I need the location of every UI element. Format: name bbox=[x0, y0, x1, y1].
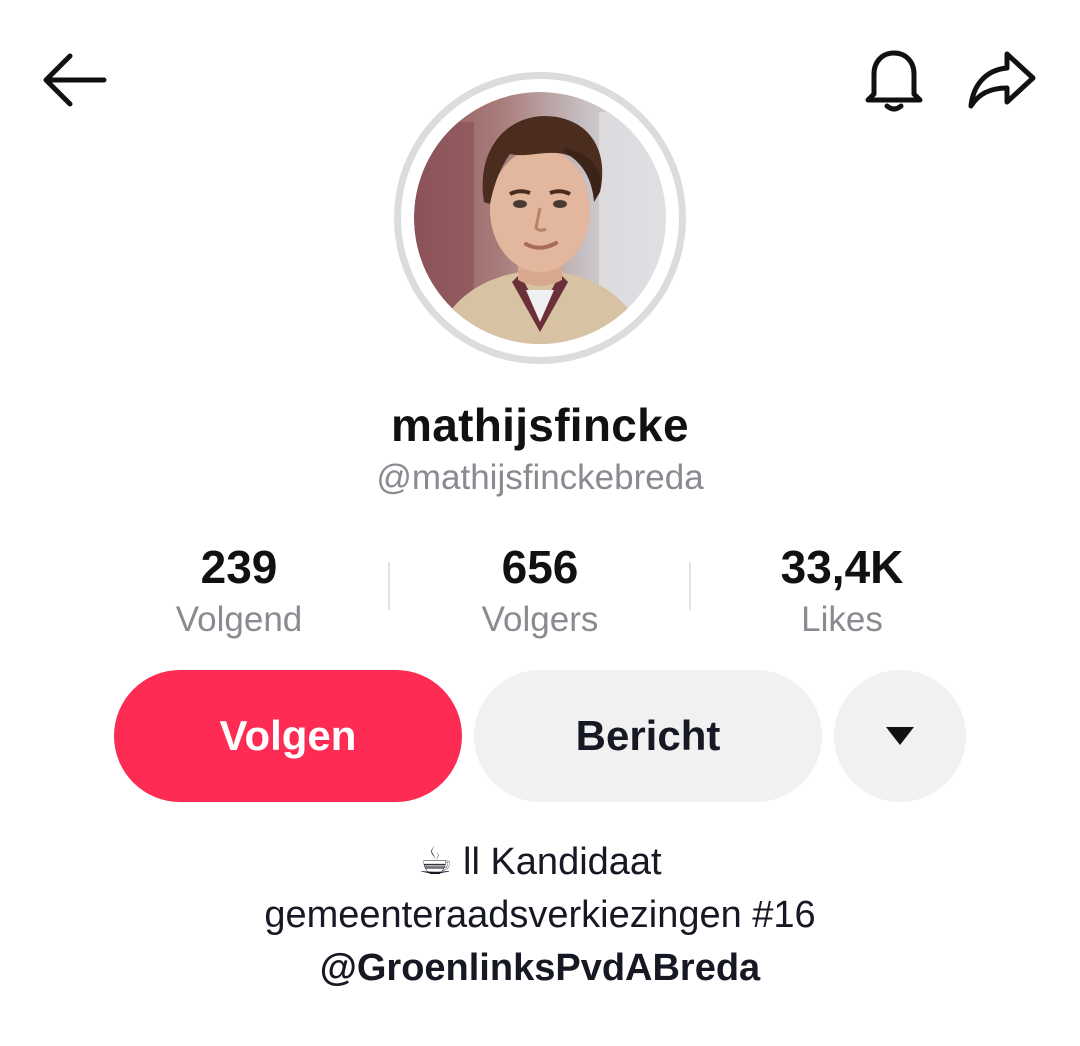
avatar bbox=[414, 92, 666, 344]
stat-followers[interactable]: 656 Volgers bbox=[410, 540, 670, 642]
bio-line-1: ☕ ll Kandidaat bbox=[0, 836, 1080, 889]
stat-followers-value: 656 bbox=[501, 541, 579, 593]
stat-likes-label: Likes bbox=[801, 600, 883, 639]
bio-line-2: gemeenteraadsverkiezingen #16 bbox=[264, 894, 816, 936]
share-arrow-icon bbox=[968, 51, 1036, 109]
stat-divider bbox=[689, 562, 691, 610]
username: @mathijsfinckebreda bbox=[376, 458, 704, 497]
bio-mention-link[interactable]: @GroenlinksPvdABreda bbox=[0, 942, 1080, 995]
share-button[interactable] bbox=[958, 40, 1044, 120]
stat-following-value: 239 bbox=[200, 541, 278, 593]
bio-line-1-text: ll Kandidaat bbox=[452, 841, 662, 883]
stat-following[interactable]: 239 Volgend bbox=[109, 540, 369, 642]
bell-icon bbox=[865, 50, 923, 112]
display-name: mathijsfincke bbox=[391, 399, 689, 451]
stat-likes[interactable]: 33,4K Likes bbox=[712, 540, 972, 642]
stat-followers-label: Volgers bbox=[481, 600, 599, 639]
back-button[interactable] bbox=[30, 40, 116, 120]
message-button[interactable]: Bericht bbox=[474, 670, 822, 802]
arrow-left-icon bbox=[43, 53, 107, 107]
coffee-icon: ☕ bbox=[418, 841, 453, 883]
stat-following-label: Volgend bbox=[175, 600, 303, 639]
notification-button[interactable] bbox=[854, 40, 934, 120]
avatar-ring[interactable] bbox=[394, 72, 686, 364]
triangle-down-icon bbox=[886, 727, 914, 745]
stat-divider bbox=[388, 562, 390, 610]
more-options-button[interactable] bbox=[834, 670, 966, 802]
bio: ☕ ll Kandidaat gemeenteraadsverkiezingen… bbox=[0, 836, 1080, 995]
stat-likes-value: 33,4K bbox=[780, 541, 904, 593]
follow-button[interactable]: Volgen bbox=[114, 670, 462, 802]
